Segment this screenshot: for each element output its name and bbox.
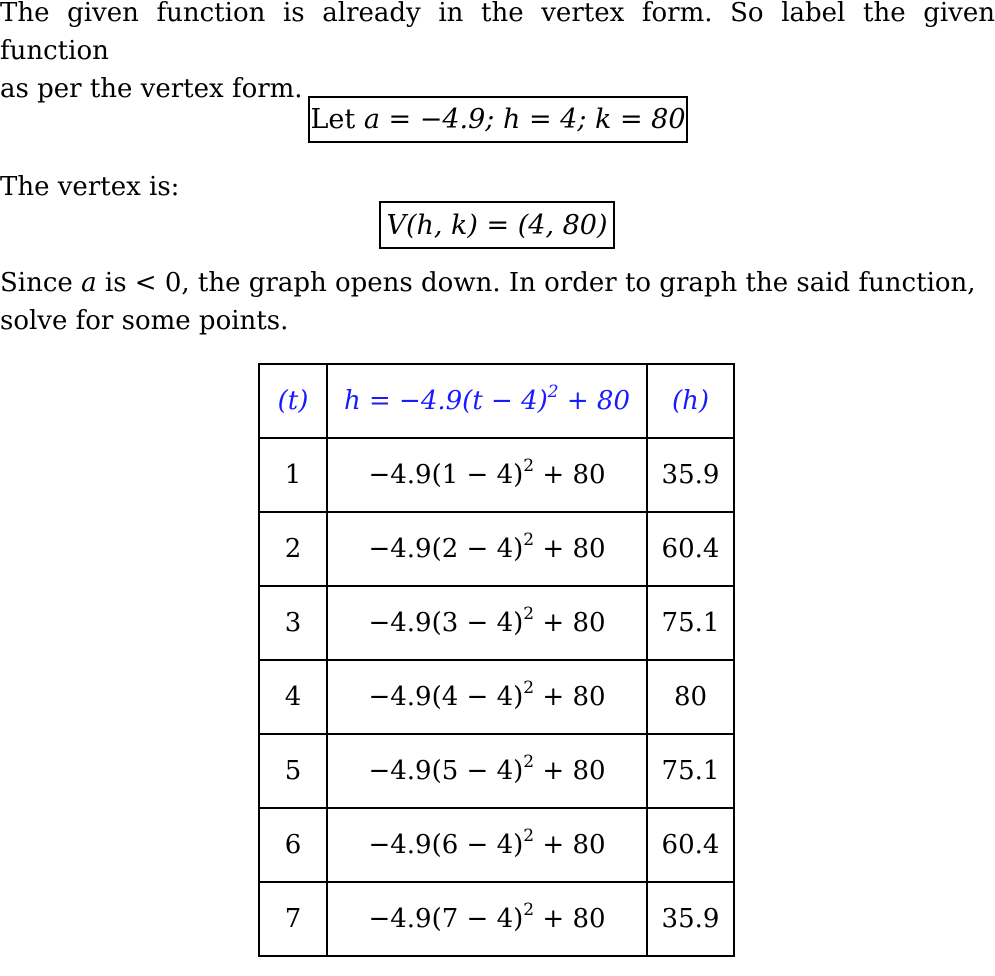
header-formula: h = −4.9(t − 4)2 + 80 bbox=[326, 363, 648, 439]
cell-h: 35.9 bbox=[646, 437, 735, 513]
header-t: (t) bbox=[258, 363, 328, 439]
expr-exponent: 2 bbox=[523, 530, 535, 550]
expr-base: −4.9(2 − 4) bbox=[368, 534, 524, 564]
formula-exponent: 2 bbox=[547, 382, 559, 402]
cell-expression: −4.9(6 − 4)2 + 80 bbox=[326, 807, 648, 883]
table-row: 5 −4.9(5 − 4)2 + 80 75.1 bbox=[258, 733, 735, 809]
expr-tail: + 80 bbox=[534, 756, 606, 786]
cell-t: 7 bbox=[258, 881, 328, 957]
expr-base: −4.9(3 − 4) bbox=[368, 608, 524, 638]
vertex-expression: V(h, k) = (4, 80) bbox=[386, 209, 608, 241]
table-row: 1 −4.9(1 − 4)2 + 80 35.9 bbox=[258, 437, 735, 513]
cell-t: 5 bbox=[258, 733, 328, 809]
expr-base: −4.9(6 − 4) bbox=[368, 830, 524, 860]
expr-tail: + 80 bbox=[534, 830, 606, 860]
cell-h: 80 bbox=[646, 659, 735, 735]
parameters-box: Let a = −4.9; h = 4; k = 80 bbox=[308, 96, 688, 143]
cell-t: 4 bbox=[258, 659, 328, 735]
cell-expression: −4.9(3 − 4)2 + 80 bbox=[326, 585, 648, 661]
formula-base: h = −4.9(t − 4) bbox=[343, 386, 548, 416]
table-row: 7 −4.9(7 − 4)2 + 80 35.9 bbox=[258, 881, 735, 957]
expr-tail: + 80 bbox=[534, 460, 606, 490]
explanation-line-2: solve for some points. bbox=[0, 306, 289, 336]
cell-t: 6 bbox=[258, 807, 328, 883]
expr-exponent: 2 bbox=[523, 678, 535, 698]
expr-tail: + 80 bbox=[534, 608, 606, 638]
parameters-expression: a = −4.9; h = 4; k = 80 bbox=[363, 104, 686, 135]
table-header-row: (t) h = −4.9(t − 4)2 + 80 (h) bbox=[258, 363, 735, 439]
formula-tail: + 80 bbox=[558, 386, 631, 416]
table-row: 4 −4.9(4 − 4)2 + 80 80 bbox=[258, 659, 735, 735]
table-row: 6 −4.9(6 − 4)2 + 80 60.4 bbox=[258, 807, 735, 883]
table-row: 2 −4.9(2 − 4)2 + 80 60.4 bbox=[258, 511, 735, 587]
cell-h: 75.1 bbox=[646, 585, 735, 661]
intro-paragraph: The given function is already in the ver… bbox=[0, 0, 995, 108]
let-label: Let bbox=[310, 104, 356, 135]
intro-line-1: The given function is already in the ver… bbox=[0, 0, 995, 66]
explanation-post: is < 0, the graph opens down. In order t… bbox=[104, 268, 976, 298]
cell-expression: −4.9(2 − 4)2 + 80 bbox=[326, 511, 648, 587]
header-h: (h) bbox=[646, 363, 735, 439]
values-table: (t) h = −4.9(t − 4)2 + 80 (h) 1 −4.9(1 − … bbox=[258, 363, 735, 957]
expr-tail: + 80 bbox=[534, 904, 606, 934]
cell-h: 60.4 bbox=[646, 511, 735, 587]
cell-t: 3 bbox=[258, 585, 328, 661]
expr-tail: + 80 bbox=[534, 534, 606, 564]
vertex-box: V(h, k) = (4, 80) bbox=[379, 201, 615, 249]
expr-base: −4.9(5 − 4) bbox=[368, 756, 524, 786]
expr-base: −4.9(7 − 4) bbox=[368, 904, 524, 934]
intro-line-2: as per the vertex form. bbox=[0, 74, 303, 104]
expr-exponent: 2 bbox=[523, 752, 535, 772]
cell-t: 2 bbox=[258, 511, 328, 587]
cell-expression: −4.9(7 − 4)2 + 80 bbox=[326, 881, 648, 957]
expr-exponent: 2 bbox=[523, 826, 535, 846]
cell-h: 75.1 bbox=[646, 733, 735, 809]
cell-expression: −4.9(1 − 4)2 + 80 bbox=[326, 437, 648, 513]
expr-tail: + 80 bbox=[534, 682, 606, 712]
explanation-paragraph: Since a is < 0, the graph opens down. In… bbox=[0, 264, 995, 340]
expr-base: −4.9(4 − 4) bbox=[368, 682, 524, 712]
explanation-pre: Since bbox=[0, 268, 73, 298]
cell-h: 35.9 bbox=[646, 881, 735, 957]
cell-t: 1 bbox=[258, 437, 328, 513]
expr-exponent: 2 bbox=[523, 456, 535, 476]
explanation-var: a bbox=[81, 268, 97, 298]
cell-expression: −4.9(5 − 4)2 + 80 bbox=[326, 733, 648, 809]
table-row: 3 −4.9(3 − 4)2 + 80 75.1 bbox=[258, 585, 735, 661]
cell-h: 60.4 bbox=[646, 807, 735, 883]
expr-exponent: 2 bbox=[523, 604, 535, 624]
cell-expression: −4.9(4 − 4)2 + 80 bbox=[326, 659, 648, 735]
expr-exponent: 2 bbox=[523, 900, 535, 920]
expr-base: −4.9(1 − 4) bbox=[368, 460, 524, 490]
